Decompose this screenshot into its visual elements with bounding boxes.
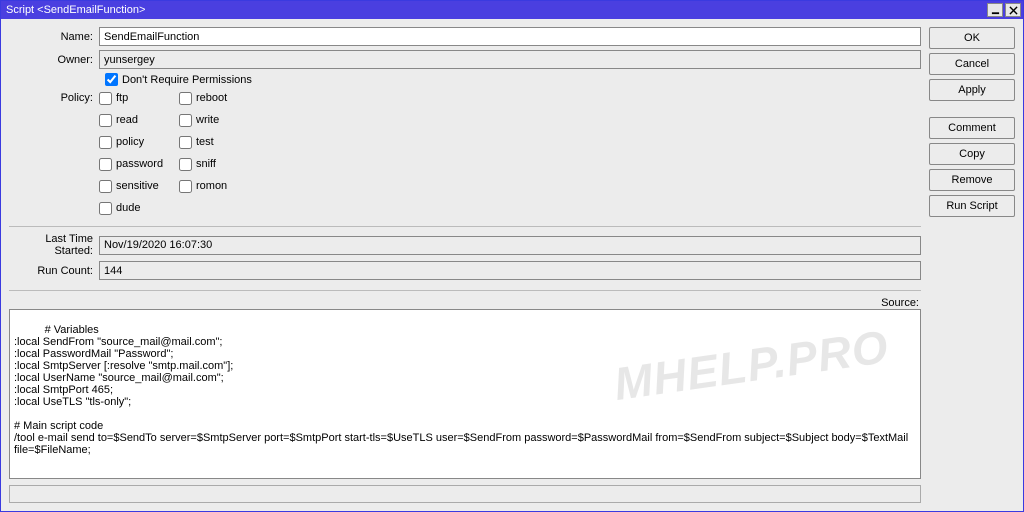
source-label-row: Source:	[9, 297, 921, 309]
policy-policy-label: policy	[116, 136, 144, 148]
policy-read: read	[99, 112, 179, 128]
owner-label: Owner:	[9, 54, 99, 66]
comment-button[interactable]: Comment	[929, 117, 1015, 139]
policy-ftp-label: ftp	[116, 92, 128, 104]
last-time-row: Last Time Started:	[9, 233, 921, 257]
policy-ftp: ftp	[99, 90, 179, 106]
script-window: Script <SendEmailFunction> Name: Owner: …	[0, 0, 1024, 512]
dont-require-checkbox[interactable]	[105, 73, 118, 86]
policy-write-checkbox[interactable]	[179, 114, 192, 127]
policy-write: write	[179, 112, 259, 128]
run-count-label: Run Count:	[9, 265, 99, 277]
policy-test: test	[179, 134, 259, 150]
policy-read-label: read	[116, 114, 138, 126]
policy-sensitive-label: sensitive	[116, 180, 159, 192]
policy-password: password	[99, 156, 179, 172]
policy-col-2: reboot write test sniff romon	[179, 90, 259, 216]
button-gap	[929, 105, 1015, 113]
policy-password-label: password	[116, 158, 163, 170]
copy-button[interactable]: Copy	[929, 143, 1015, 165]
remove-button[interactable]: Remove	[929, 169, 1015, 191]
source-textarea[interactable]: # Variables :local SendFrom "source_mail…	[9, 309, 921, 479]
policy-columns: ftp read policy password sensitive dude reboo…	[99, 90, 259, 216]
policy-read-checkbox[interactable]	[99, 114, 112, 127]
close-button[interactable]	[1005, 3, 1021, 17]
policy-romon-checkbox[interactable]	[179, 180, 192, 193]
status-bar	[9, 485, 921, 503]
policy-password-checkbox[interactable]	[99, 158, 112, 171]
policy-sensitive-checkbox[interactable]	[99, 180, 112, 193]
minimize-icon	[991, 6, 1000, 15]
run-script-button[interactable]: Run Script	[929, 195, 1015, 217]
policy-policy-checkbox[interactable]	[99, 136, 112, 149]
policy-write-label: write	[196, 114, 219, 126]
policy-section: Policy: ftp read policy password sensitive du…	[9, 90, 921, 216]
policy-sniff-label: sniff	[196, 158, 216, 170]
policy-reboot: reboot	[179, 90, 259, 106]
dont-require-label: Don't Require Permissions	[122, 74, 252, 86]
name-row: Name:	[9, 27, 921, 46]
side-buttons: OK Cancel Apply Comment Copy Remove Run …	[929, 27, 1015, 503]
close-icon	[1009, 6, 1018, 15]
minimize-button[interactable]	[987, 3, 1003, 17]
window-title: Script <SendEmailFunction>	[3, 4, 987, 16]
divider-2	[9, 290, 921, 291]
titlebar[interactable]: Script <SendEmailFunction>	[1, 1, 1023, 19]
policy-policy: policy	[99, 134, 179, 150]
policy-ftp-checkbox[interactable]	[99, 92, 112, 105]
policy-dude-label: dude	[116, 202, 140, 214]
main-column: Name: Owner: Don't Require Permissions P…	[9, 27, 921, 503]
watermark: MHELP.PRO	[611, 319, 892, 411]
run-count-input	[99, 261, 921, 280]
content-area: Name: Owner: Don't Require Permissions P…	[1, 19, 1023, 511]
divider	[9, 226, 921, 227]
owner-row: Owner:	[9, 50, 921, 69]
titlebar-buttons	[987, 3, 1021, 17]
policy-reboot-checkbox[interactable]	[179, 92, 192, 105]
policy-reboot-label: reboot	[196, 92, 227, 104]
ok-button[interactable]: OK	[929, 27, 1015, 49]
dont-require-row: Don't Require Permissions	[9, 73, 921, 86]
name-label: Name:	[9, 31, 99, 43]
policy-label: Policy:	[9, 90, 99, 216]
policy-dude: dude	[99, 200, 179, 216]
policy-romon: romon	[179, 178, 259, 194]
policy-test-label: test	[196, 136, 214, 148]
run-count-row: Run Count:	[9, 261, 921, 280]
policy-sensitive: sensitive	[99, 178, 179, 194]
name-input[interactable]	[99, 27, 921, 46]
policy-col-1: ftp read policy password sensitive dude	[99, 90, 179, 216]
policy-dude-checkbox[interactable]	[99, 202, 112, 215]
last-time-input	[99, 236, 921, 255]
policy-sniff-checkbox[interactable]	[179, 158, 192, 171]
source-label: Source:	[881, 297, 919, 309]
cancel-button[interactable]: Cancel	[929, 53, 1015, 75]
policy-romon-label: romon	[196, 180, 227, 192]
source-content: # Variables :local SendFrom "source_mail…	[14, 324, 911, 456]
owner-input	[99, 50, 921, 69]
apply-button[interactable]: Apply	[929, 79, 1015, 101]
policy-sniff: sniff	[179, 156, 259, 172]
last-time-label: Last Time Started:	[9, 233, 99, 257]
policy-test-checkbox[interactable]	[179, 136, 192, 149]
source-section: Source: # Variables :local SendFrom "sou…	[9, 297, 921, 479]
